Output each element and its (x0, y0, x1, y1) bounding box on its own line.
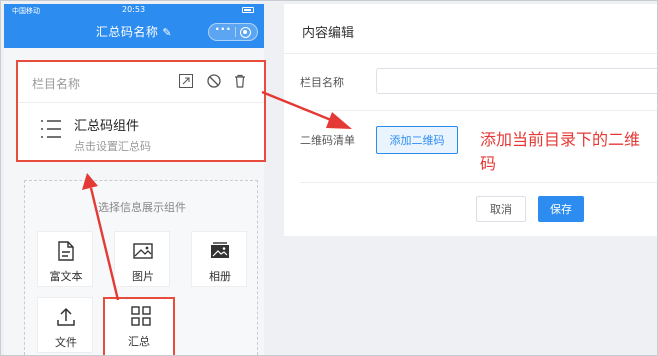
close-miniprogram-icon[interactable] (240, 27, 251, 38)
capsule-divider (235, 27, 236, 37)
add-qr-button[interactable]: 添加二维码 (376, 126, 458, 154)
tile-label: 汇总 (128, 335, 150, 348)
more-icon[interactable]: ··· (215, 22, 232, 36)
column-card[interactable]: 栏目名称 汇总码组件 点击设置汇总码 (16, 60, 266, 162)
tile-label: 富文本 (49, 270, 83, 283)
tile-file[interactable]: 文件 (37, 297, 93, 353)
battery-icon (242, 7, 254, 13)
tile-rich-text[interactable]: 富文本 (37, 231, 93, 287)
column-name-label: 栏目名称 (300, 76, 344, 89)
summary-component[interactable]: 汇总码组件 点击设置汇总码 (18, 104, 264, 160)
tile-album[interactable]: 相册 (191, 231, 247, 287)
content-editor: 内容编辑 栏目名称 二维码清单 添加二维码 添加当前目录下的二维码 取消 保存 (284, 4, 658, 236)
grid-icon (131, 306, 151, 326)
phone-header: 中国移动 20:53 汇总码名称 ✎ ··· (4, 4, 264, 48)
status-time: 20:53 (122, 5, 146, 14)
picker-title: 选择信息展示组件 (98, 201, 186, 214)
summary-hint: 点击设置汇总码 (74, 140, 151, 153)
tile-summary[interactable]: 汇总 (103, 297, 175, 356)
column-name-input[interactable] (376, 68, 658, 94)
component-picker: 选择信息展示组件 富文本 图片 相册 文件 汇总 (24, 180, 258, 356)
resize-icon[interactable] (178, 73, 194, 89)
save-button[interactable]: 保存 (538, 196, 584, 222)
editor-title: 内容编辑 (302, 26, 355, 41)
tile-label: 文件 (55, 336, 77, 349)
summary-title: 汇总码组件 (74, 119, 140, 134)
list-icon (41, 120, 61, 138)
phone-preview: 中国移动 20:53 汇总码名称 ✎ ··· 栏目名称 汇总码组件 点击设置汇总… (4, 4, 266, 356)
column-name-placeholder: 栏目名称 (32, 77, 81, 91)
document-icon (58, 241, 74, 261)
annotation-text: 添加当前目录下的二维码 (480, 130, 641, 173)
tile-label: 图片 (132, 270, 154, 283)
tile-image[interactable]: 图片 (114, 231, 170, 287)
column-header: 栏目名称 (18, 62, 264, 103)
nav-title-text: 汇总码名称 (95, 25, 159, 39)
editor-header: 内容编辑 (284, 4, 658, 54)
qr-list-label: 二维码清单 (300, 134, 355, 147)
disable-icon[interactable] (206, 73, 222, 89)
album-icon (211, 242, 229, 258)
delete-icon[interactable] (232, 73, 248, 89)
divider (300, 110, 658, 111)
mini-program-capsule[interactable]: ··· (208, 22, 258, 41)
upload-icon (57, 307, 75, 326)
edit-icon[interactable]: ✎ (162, 26, 172, 39)
cancel-button[interactable]: 取消 (476, 196, 526, 222)
tile-label: 相册 (209, 270, 231, 283)
image-icon (133, 243, 153, 259)
divider (300, 182, 658, 183)
status-bar: 中国移动 20:53 (4, 4, 264, 18)
carrier-label: 中国移动 (12, 7, 40, 15)
